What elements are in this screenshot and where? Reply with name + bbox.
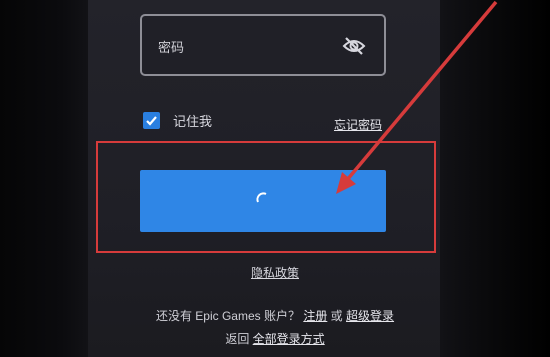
other-login-link[interactable]: 超级登录 — [346, 309, 394, 323]
signup-prefix: 还没有 Epic Games 账户？ — [155, 309, 300, 323]
signup-or: 或 — [330, 309, 343, 323]
return-row: 返回 全部登录方式 — [0, 330, 550, 347]
signup-link[interactable]: 注册 — [303, 309, 327, 323]
signup-row: 还没有 Epic Games 账户？ 注册 或 超级登录 — [0, 307, 550, 324]
return-prefix: 返回 — [225, 332, 250, 346]
all-login-methods-link[interactable]: 全部登录方式 — [253, 332, 325, 346]
annotation-arrow — [336, 0, 498, 194]
privacy-policy-link[interactable]: 隐私政策 — [0, 264, 550, 281]
